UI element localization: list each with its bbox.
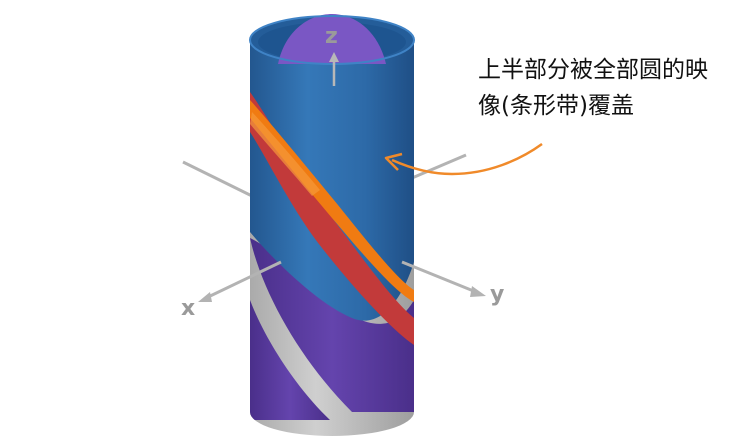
annotation-arrow-curve: [391, 142, 543, 176]
diagram-stage: z x y 上半部分被全部圆的映 像(条形带)覆盖: [0, 0, 749, 444]
annotation-text: 上半部分被全部圆的映 像(条形带)覆盖: [478, 52, 740, 124]
y-axis-arrowhead: [470, 286, 486, 297]
y-axis-label: y: [490, 282, 505, 307]
annotation-line-2: 像(条形带)覆盖: [478, 93, 634, 119]
z-axis-label: z: [325, 24, 338, 49]
x-axis-arrowhead: [198, 292, 212, 302]
annotation-line-1: 上半部分被全部圆的映: [478, 57, 708, 83]
x-axis-back-line: [182, 160, 253, 198]
cylinder-body: [250, 40, 414, 436]
x-axis-label: x: [181, 296, 196, 321]
